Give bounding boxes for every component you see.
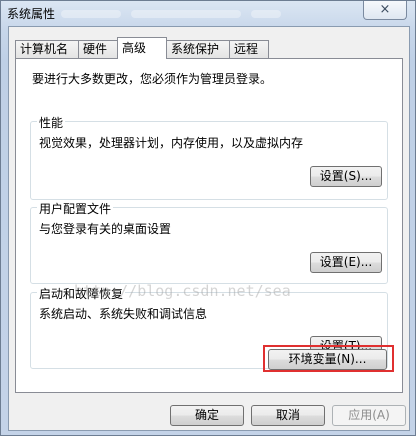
close-button[interactable]: × [363, 1, 407, 20]
title-bar[interactable]: 系统属性 × [1, 1, 415, 23]
performance-settings-button[interactable]: 设置(S)... [310, 166, 382, 187]
close-icon: × [379, 2, 391, 17]
watermark-text: http://blog.csdn.net/sea [74, 282, 291, 300]
user-profiles-settings-button[interactable]: 设置(E)... [310, 252, 382, 273]
apply-button[interactable]: 应用(A) [332, 405, 406, 426]
performance-description: 视觉效果，处理器计划，内存使用，以及虚拟内存 [39, 136, 304, 150]
performance-title: 性能 [37, 114, 66, 131]
dialog-client-area: 计算机名 硬件 高级 系统保护 远程 要进行大多数更改，您必须作为管理员登录。 … [8, 26, 410, 431]
user-profiles-description: 与您登录有关的桌面设置 [39, 222, 172, 236]
tab-hardware[interactable]: 硬件 [78, 40, 118, 58]
title-bar-blur [61, 10, 121, 18]
title-bar-blur [131, 10, 241, 18]
title-bar-blur [251, 10, 281, 18]
ok-button[interactable]: 确定 [170, 405, 244, 426]
window-title: 系统属性 [7, 7, 56, 21]
tab-advanced[interactable]: 高级 [117, 37, 167, 59]
performance-group: 性能 视觉效果，处理器计划，内存使用，以及虚拟内存 设置(S)... [30, 114, 388, 200]
admin-notice: 要进行大多数更改，您必须作为管理员登录。 [32, 72, 273, 86]
system-properties-window: 系统属性 × 计算机名 硬件 高级 系统保护 远程 要进行大多数更改，您必须作为… [0, 0, 416, 436]
environment-variables-button[interactable]: 环境变量(N)... [268, 349, 387, 370]
tab-computer-name[interactable]: 计算机名 [15, 40, 79, 58]
cancel-button[interactable]: 取消 [251, 405, 325, 426]
user-profiles-title: 用户配置文件 [37, 200, 114, 217]
advanced-tab-page: 要进行大多数更改，您必须作为管理员登录。 性能 视觉效果，处理器计划，内存使用，… [15, 58, 403, 393]
tab-system-protection[interactable]: 系统保护 [166, 40, 230, 58]
startup-recovery-description: 系统启动、系统失败和调试信息 [39, 307, 208, 321]
user-profiles-group: 用户配置文件 与您登录有关的桌面设置 设置(E)... [30, 200, 388, 284]
tab-remote[interactable]: 远程 [229, 40, 269, 58]
